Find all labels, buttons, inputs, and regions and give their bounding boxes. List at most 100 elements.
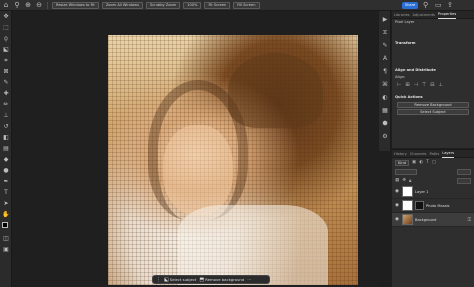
layer-thumbnail bbox=[402, 186, 413, 197]
fill-field[interactable] bbox=[457, 177, 471, 184]
type-tool-icon[interactable]: T bbox=[2, 189, 10, 197]
zoom-out-icon[interactable]: ⊖ bbox=[35, 1, 43, 9]
remove-background-label: Remove background bbox=[205, 277, 245, 282]
align-sub-label: Align: bbox=[395, 75, 406, 79]
visibility-eye-icon[interactable]: ◉ bbox=[395, 217, 400, 222]
filter-type-icon[interactable]: T bbox=[426, 160, 429, 165]
pixel-layer-label: Pixel Layer bbox=[395, 20, 415, 24]
visibility-eye-icon[interactable]: ◉ bbox=[395, 189, 400, 194]
opacity-field[interactable] bbox=[457, 168, 471, 175]
visibility-eye-icon[interactable]: ◉ bbox=[395, 203, 400, 208]
canvas-hat-shape bbox=[228, 53, 323, 128]
zoom-100-button[interactable]: 100% bbox=[183, 1, 202, 9]
quick-mask-icon[interactable]: ◫ bbox=[2, 235, 10, 243]
lock-position-icon[interactable]: ✥ bbox=[402, 178, 406, 183]
frame-tool-icon[interactable]: ⊠ bbox=[2, 68, 10, 76]
lock-all-icon[interactable]: 🔒︎ bbox=[409, 178, 411, 184]
dodge-tool-icon[interactable]: ● bbox=[2, 167, 10, 175]
share-button[interactable]: Share bbox=[402, 2, 418, 9]
layer-row-selected[interactable]: ◉ Background ⚿ bbox=[392, 213, 474, 227]
filter-adjustment-icon[interactable]: ◐ bbox=[419, 160, 423, 165]
brush-settings-icon[interactable]: ✎ bbox=[381, 42, 389, 50]
drag-handle-icon[interactable]: ⋮ bbox=[156, 277, 161, 283]
lock-pixels-icon[interactable]: ▦ bbox=[395, 178, 399, 183]
hand-tool-icon[interactable]: ✋ bbox=[2, 211, 10, 219]
eraser-tool-icon[interactable]: ◧ bbox=[2, 134, 10, 142]
workspace-icon[interactable]: ▭ bbox=[435, 1, 442, 10]
fit-screen-button[interactable]: Fit Screen bbox=[204, 1, 231, 9]
lasso-tool-icon[interactable]: ϙ bbox=[2, 35, 10, 43]
kind-filter-dropdown[interactable]: Kind bbox=[395, 159, 409, 166]
remove-background-panel-button[interactable]: Remove Background bbox=[397, 102, 469, 108]
fill-screen-button[interactable]: Fill Screen bbox=[233, 1, 260, 9]
layer-row[interactable]: ◉ Photo Mosaic bbox=[392, 199, 474, 213]
tab-channels[interactable]: Channels bbox=[410, 150, 427, 158]
play-icon[interactable]: ▶ bbox=[381, 16, 389, 24]
adjustment-icon[interactable]: ◐ bbox=[381, 94, 389, 102]
quick-actions-heading[interactable]: Quick Actions bbox=[392, 94, 474, 101]
screen-mode-icon[interactable]: ▣ bbox=[2, 246, 10, 254]
blur-tool-icon[interactable]: ◆ bbox=[2, 156, 10, 164]
align-center-icon[interactable]: ⊞ bbox=[405, 82, 409, 88]
path-selection-tool-icon[interactable]: ➤ bbox=[2, 200, 10, 208]
home-icon[interactable]: ⌂ bbox=[2, 1, 10, 9]
properties-tabs: Libraries Adjustments Properties bbox=[392, 11, 474, 19]
filter-shape-icon[interactable]: ▢ bbox=[432, 160, 436, 165]
share-menu-icon[interactable]: ⇪ bbox=[447, 1, 453, 10]
layer-lock-bar: ▦ ✥ 🔒︎ bbox=[392, 176, 474, 185]
layer-name: Background bbox=[415, 217, 437, 222]
move-tool-icon[interactable]: ✥ bbox=[2, 13, 10, 21]
search-icon[interactable]: ⚲ bbox=[423, 1, 428, 10]
layer-thumbnail bbox=[402, 214, 413, 225]
paragraph-icon[interactable]: ¶ bbox=[381, 68, 389, 76]
history-brush-tool-icon[interactable]: ↺ bbox=[2, 123, 10, 131]
character-icon[interactable]: A bbox=[381, 55, 389, 63]
filter-pixel-icon[interactable]: ▣ bbox=[412, 160, 416, 165]
3d-icon[interactable]: ⬢ bbox=[381, 120, 389, 128]
eyedropper-tool-icon[interactable]: ✎ bbox=[2, 79, 10, 87]
document-canvas[interactable] bbox=[108, 35, 358, 285]
align-middle-icon[interactable]: ⊟ bbox=[430, 82, 434, 88]
blend-mode-dropdown[interactable] bbox=[395, 168, 417, 175]
align-right-icon[interactable]: ⊣ bbox=[414, 82, 418, 88]
healing-brush-tool-icon[interactable]: ✚ bbox=[2, 90, 10, 98]
zoom-in-icon[interactable]: ⊕ bbox=[24, 1, 32, 9]
scrubby-zoom-checkbox[interactable]: Scrubby Zoom bbox=[145, 1, 181, 9]
brush-tool-icon[interactable]: ✏ bbox=[2, 101, 10, 109]
gear-icon[interactable]: ⚙ bbox=[381, 133, 389, 141]
transform-heading[interactable]: Transform bbox=[392, 40, 474, 47]
object-selection-tool-icon[interactable]: ⬕ bbox=[2, 46, 10, 54]
gradient-tool-icon[interactable]: ▤ bbox=[2, 145, 10, 153]
tab-properties[interactable]: Properties bbox=[438, 10, 457, 19]
foreground-color-swatch[interactable] bbox=[2, 222, 8, 228]
tab-adjustments[interactable]: Adjustments bbox=[413, 11, 436, 19]
crop-tool-icon[interactable]: ⌗ bbox=[2, 57, 10, 65]
lock-icon: ⚿ bbox=[467, 217, 471, 223]
remove-background-button[interactable]: ⬒ Remove background bbox=[199, 277, 244, 283]
more-options-icon[interactable]: ⋯ bbox=[247, 277, 251, 282]
glyphs-icon[interactable]: ⌘ bbox=[381, 81, 389, 89]
tab-libraries[interactable]: Libraries bbox=[394, 11, 410, 19]
panel-icon-column: ▶ ⧖ ✎ A ¶ ⌘ ◐ ▦ ⬢ ⚙ bbox=[379, 11, 391, 151]
select-subject-button[interactable]: ⬕ Select subject bbox=[164, 277, 196, 283]
tab-history[interactable]: History bbox=[394, 150, 407, 158]
align-bottom-icon[interactable]: ⊥ bbox=[438, 82, 442, 88]
select-subject-label: Select subject bbox=[169, 277, 197, 282]
zoom-all-windows-checkbox[interactable]: Zoom All Windows bbox=[101, 1, 143, 9]
pen-tool-icon[interactable]: ✒ bbox=[2, 178, 10, 186]
marquee-tool-icon[interactable]: ⬚ bbox=[2, 24, 10, 32]
swatches-icon[interactable]: ▦ bbox=[381, 107, 389, 115]
clone-stamp-tool-icon[interactable]: ⊥ bbox=[2, 112, 10, 120]
history-icon[interactable]: ⧖ bbox=[381, 29, 389, 37]
zoom-icon[interactable]: ⚲ bbox=[13, 1, 21, 9]
align-heading[interactable]: Align and Distribute bbox=[392, 67, 474, 74]
tab-paths[interactable]: Paths bbox=[429, 150, 439, 158]
align-top-icon[interactable]: ⊤ bbox=[422, 82, 426, 88]
tab-layers[interactable]: Layers bbox=[442, 149, 455, 158]
select-subject-panel-button[interactable]: Select Subject bbox=[397, 109, 469, 115]
layer-row[interactable]: ◉ Layer 1 bbox=[392, 185, 474, 199]
canvas-shirt-shape bbox=[178, 205, 328, 285]
align-left-icon[interactable]: ⊢ bbox=[397, 82, 401, 88]
resize-windows-checkbox[interactable]: Resize Windows to Fit bbox=[52, 1, 99, 9]
canvas-face-shape bbox=[163, 125, 233, 215]
